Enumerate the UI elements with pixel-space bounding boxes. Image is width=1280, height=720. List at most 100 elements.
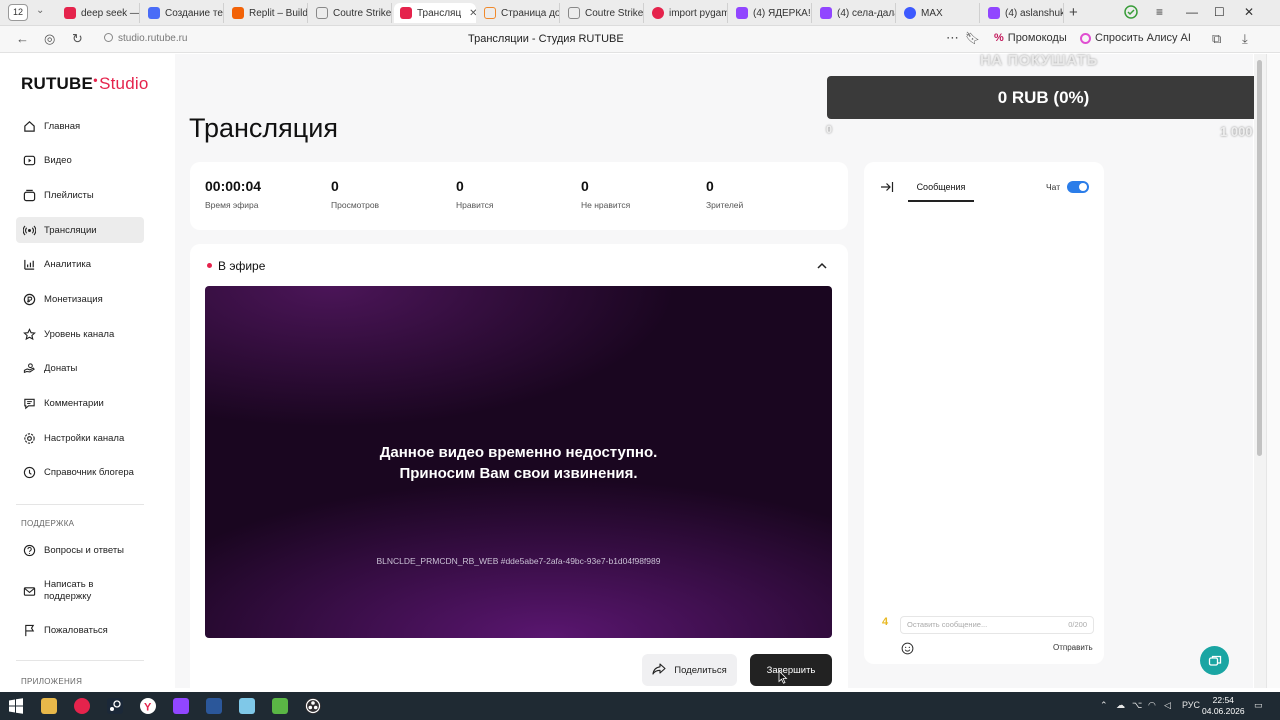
maximize-icon[interactable]: ☐ [1214,5,1225,19]
stat-air-time: 00:00:04 Время эфира [205,178,261,210]
sidebar-item-channel-settings[interactable]: Настройки канала [16,425,144,451]
file-explorer-icon[interactable] [41,698,57,714]
sidebar-item-write-support[interactable]: Написать в поддержку [16,576,144,606]
twitch-icon[interactable] [173,698,189,714]
comments-icon [22,396,36,410]
language-indicator[interactable]: РУС [1182,700,1200,710]
emoji-icon[interactable] [901,642,914,655]
tab-favicon-icon [736,7,748,19]
bookmark-icon[interactable]: 🔖︎ [965,31,980,45]
browser-tab[interactable]: Создание те [142,3,224,23]
obs-icon[interactable] [305,698,321,714]
windows-start-icon[interactable] [8,698,24,714]
support-section-label: ПОДДЕРЖКА [21,519,75,528]
video-player[interactable]: Данное видео временно недоступно. Принос… [205,286,832,638]
svg-text:Y: Y [144,702,152,714]
extension-icon[interactable] [1124,5,1138,22]
tab-favicon-icon [988,7,1000,19]
page-heading: Трансляция [189,113,338,143]
collapse-chat-icon[interactable] [880,180,894,198]
tabs-dropdown-icon[interactable]: ⌄ [36,5,44,16]
site-info-icon[interactable] [104,33,113,42]
back-icon[interactable]: ← [16,31,29,46]
browser-menu-icon[interactable]: ≡ [1156,5,1163,19]
minecraft-icon[interactable] [272,698,288,714]
sidebar-panel-icon[interactable]: ⧉ [1212,31,1221,47]
donation-progress-bar: 0 RUB (0%) [827,76,1260,119]
notifications-icon[interactable]: ▭ [1254,700,1263,711]
browser-tab-active[interactable]: Трансляц ✕ [394,3,476,23]
promo-label: Промокоды [1007,32,1067,44]
word-icon[interactable] [206,698,222,714]
player-error-line-1: Данное видео временно недоступно. [379,444,658,461]
browser-tab[interactable]: import pygam [646,3,728,23]
browser-tab[interactable]: Replit – Build [226,3,308,23]
browser-tab[interactable]: Coutre Strike [310,3,392,23]
yandex-browser-icon[interactable] [74,698,90,714]
yandex-icon[interactable]: Y [140,698,156,714]
tray-wifi-icon[interactable]: ◠ [1148,700,1156,711]
browser-tab[interactable]: Страница до [478,3,560,23]
tab-favicon-icon [568,7,580,19]
sidebar-item-faq[interactable]: Вопросы и ответы [16,537,144,563]
sidebar-item-label: Трансляции [44,224,97,236]
sidebar-item-channel-level[interactable]: Уровень канала [16,321,144,347]
taskbar-clock[interactable]: 22:54 04.06.2026 [1202,695,1245,717]
browser-tab[interactable]: deep seek — [58,3,140,23]
tray-volume-icon[interactable]: ◁ [1164,700,1171,711]
minimize-icon[interactable]: — [1186,5,1198,19]
send-button[interactable]: Отправить [1053,643,1093,652]
player-error-message: Данное видео временно недоступно. Принос… [205,442,832,484]
side-panel-strip [1266,54,1280,688]
browser-tab[interactable]: (4) aslanshuk [982,3,1064,23]
end-broadcast-button[interactable]: Завершить [750,654,832,686]
ask-alice-button[interactable]: Спросить Алису AI [1080,32,1191,44]
tab-count-button[interactable]: 12 [8,4,28,21]
chat-toggle[interactable] [1067,181,1089,193]
chat-message-input[interactable]: Оставить сообщение... 0/200 [900,616,1094,634]
support-chat-button[interactable] [1200,646,1229,675]
notepad-icon[interactable] [239,698,255,714]
more-icon[interactable]: ⋯ [946,30,959,46]
chevron-up-icon[interactable] [816,259,828,271]
tray-network-icon[interactable]: ☁ [1116,700,1125,711]
sidebar-item-home[interactable]: Главная [16,113,144,139]
rutube-studio-logo[interactable]: RUTUBE●Studio [21,74,148,94]
tray-expand-icon[interactable]: ⌃ [1100,700,1108,711]
close-tab-icon[interactable]: ✕ [469,8,476,19]
url-field[interactable]: studio.rutube.ru [104,33,188,44]
yandex-icon[interactable]: ◎ [44,31,55,47]
download-icon[interactable]: ⤓ [1242,31,1248,47]
tab-messages[interactable]: Сообщения [908,176,974,202]
sidebar-item-monetization[interactable]: Монетизация [16,286,144,312]
browser-tab[interactable]: (4) ЯДЕРКА! [730,3,812,23]
chat-input-placeholder: Оставить сообщение... [907,620,988,629]
share-button[interactable]: Поделиться [642,654,737,686]
close-window-icon[interactable]: ✕ [1244,5,1254,19]
browser-tab[interactable]: (4) села-дала [814,3,896,23]
sidebar-item-donations[interactable]: Донаты [16,355,144,381]
sidebar-item-broadcasts[interactable]: Трансляции [16,217,144,243]
browser-tab[interactable]: Coutre Strike [562,3,644,23]
tray-usb-icon[interactable]: ⌥ [1132,700,1142,711]
settings-icon [22,431,36,445]
stat-value: 0 [581,178,589,194]
promo-button[interactable]: % Промокоды [994,32,1067,44]
live-indicator-icon [207,263,212,268]
reload-icon[interactable]: ↻ [72,31,83,47]
sidebar-item-report[interactable]: Пожаловаться [16,617,144,643]
sidebar-item-playlists[interactable]: Плейлисты [16,182,144,208]
logo-dot: ● [93,75,99,85]
home-icon [22,119,36,133]
sidebar-item-video[interactable]: Видео [16,147,144,173]
new-tab-icon[interactable]: + [1069,4,1078,21]
sidebar-item-analytics[interactable]: Аналитика [16,251,144,277]
scrollbar-thumb[interactable] [1257,60,1262,456]
sidebar-item-blogger-guide[interactable]: Справочник блогера [16,459,144,485]
sidebar-item-label: Вопросы и ответы [44,544,125,556]
tab-favicon-icon [64,7,76,19]
stat-label: Не нравится [581,200,631,210]
browser-tab[interactable]: MAX [898,3,980,23]
sidebar-item-comments[interactable]: Комментарии [16,390,144,416]
steam-icon[interactable] [107,698,123,714]
